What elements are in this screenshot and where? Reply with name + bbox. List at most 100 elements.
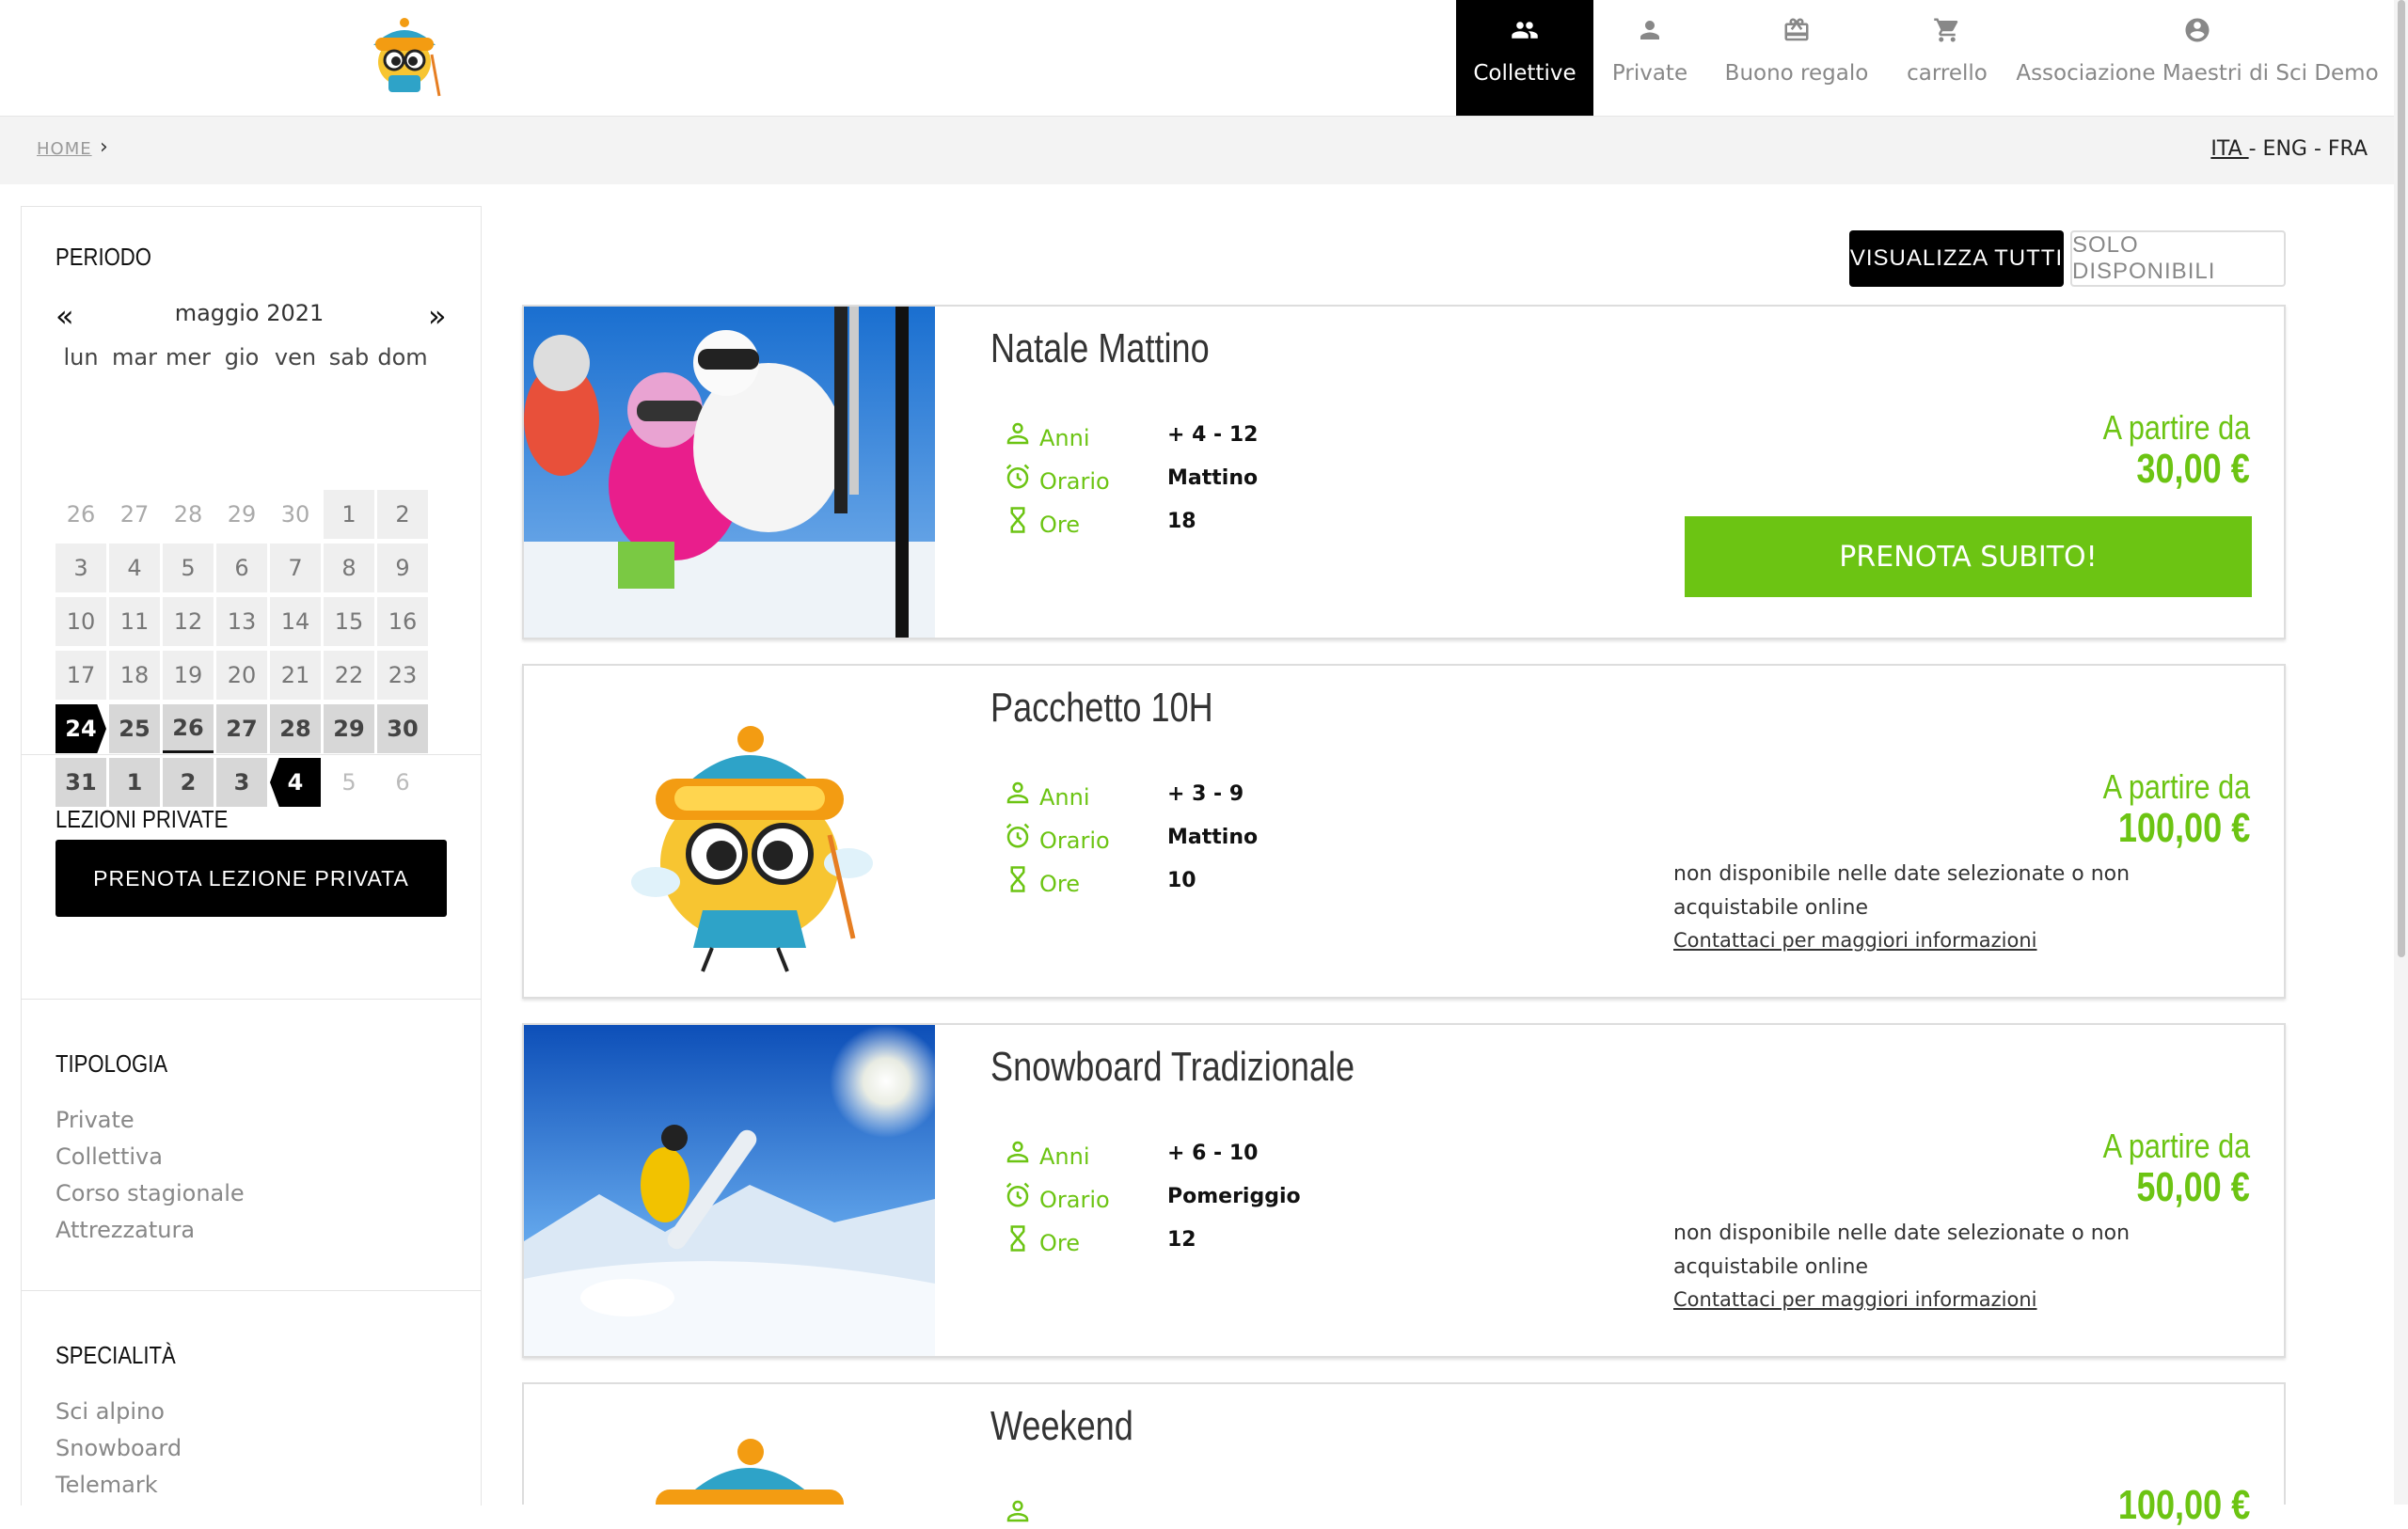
course-image-mascot[interactable]	[524, 1384, 935, 1505]
hours-value: 18	[1167, 510, 1196, 533]
unavailable-message: non disponibile nelle date selezionate o…	[1673, 862, 2131, 920]
calendar-day[interactable]: 28	[163, 490, 214, 539]
show-all-button[interactable]: VISUALIZZA TUTTI	[1849, 230, 2064, 287]
calendar-day[interactable]: 22	[324, 651, 374, 700]
logo[interactable]	[362, 17, 447, 102]
course-title[interactable]: Weekend	[990, 1403, 1133, 1450]
calendar-day[interactable]: 18	[109, 651, 160, 700]
tipologia-private[interactable]: Private	[55, 1107, 135, 1133]
course-image-family-skiing[interactable]	[524, 307, 935, 638]
calendar-day[interactable]: 2	[377, 490, 428, 539]
calendar-weekday: mar	[112, 344, 157, 370]
lang-fra[interactable]: FRA	[2328, 137, 2368, 161]
time-label: Orario	[1039, 468, 1110, 495]
lang-ita[interactable]: ITA	[2210, 137, 2248, 161]
course-title[interactable]: Natale Mattino	[990, 325, 1210, 372]
specialita-sci-alpino[interactable]: Sci alpino	[55, 1398, 165, 1425]
calendar-day[interactable]: 30	[270, 490, 321, 539]
specialita-title: SPECIALITÀ	[55, 1341, 176, 1369]
tipologia-corso-stagionale[interactable]: Corso stagionale	[55, 1180, 245, 1206]
calendar-day[interactable]: 14	[270, 597, 321, 646]
tipologia-section: TIPOLOGIA Private Collettiva Corso stagi…	[22, 999, 481, 1291]
nav-private[interactable]: Private	[1605, 0, 1695, 116]
account-circle-icon	[2185, 18, 2210, 42]
calendar-day[interactable]: 13	[216, 597, 267, 646]
course-image-mascot[interactable]	[524, 666, 935, 997]
calendar-day[interactable]: 26	[163, 704, 214, 753]
periodo-title: PERIODO	[55, 243, 151, 271]
calendar-day[interactable]: 9	[377, 544, 428, 592]
nav-carrello[interactable]: carrello	[1900, 0, 1994, 116]
alarm-clock-icon	[1006, 823, 1030, 848]
course-title[interactable]: Pacchetto 10H	[990, 685, 1213, 732]
calendar-day[interactable]: 4	[109, 544, 160, 592]
price-value: 30,00 €	[2136, 446, 2250, 492]
nav-collettive[interactable]: Collettive	[1456, 0, 1593, 116]
course-card: Snowboard Tradizionale Anni + 6 - 10 Ora…	[522, 1023, 2286, 1358]
calendar-day[interactable]: 30	[377, 704, 428, 753]
calendar-day[interactable]: 17	[55, 651, 106, 700]
calendar-day[interactable]: 28	[270, 704, 321, 753]
calendar-weekday: lun	[63, 344, 99, 370]
calendar-day[interactable]: 21	[270, 651, 321, 700]
price-from-label: A partire da	[2102, 1127, 2250, 1165]
calendar-day[interactable]: 19	[163, 651, 214, 700]
calendar-day[interactable]: 7	[270, 544, 321, 592]
calendar-day[interactable]: 23	[377, 651, 428, 700]
calendar-next-button[interactable]: »	[428, 298, 447, 334]
only-available-button[interactable]: SOLO DISPONIBILI	[2070, 230, 2286, 287]
calendar-day[interactable]: 27	[109, 490, 160, 539]
breadcrumb-home-link[interactable]: HOME	[37, 139, 92, 159]
calendar-day[interactable]: 1	[324, 490, 374, 539]
specialita-telemark[interactable]: Telemark	[55, 1472, 158, 1498]
calendar-day[interactable]: 12	[163, 597, 214, 646]
person-icon	[1006, 1141, 1029, 1163]
nav-buono-regalo[interactable]: Buono regalo	[1721, 0, 1872, 116]
calendar-day[interactable]: 8	[324, 544, 374, 592]
calendar-day[interactable]: 5	[163, 544, 214, 592]
book-private-lesson-button[interactable]: PRENOTA LEZIONE PRIVATA	[55, 840, 447, 917]
calendar-day[interactable]: 3	[55, 544, 106, 592]
hours-value: 12	[1167, 1228, 1196, 1252]
person-icon	[1640, 21, 1659, 39]
age-value: + 6 - 10	[1167, 1142, 1259, 1165]
nav-account[interactable]: Associazione Maestri di Sci Demo	[2016, 0, 2379, 116]
breadcrumb-bar: HOME › ITA - ENG - FRA	[0, 117, 2394, 184]
time-value: Pomeriggio	[1167, 1185, 1301, 1208]
calendar-day[interactable]: 27	[216, 704, 267, 753]
calendar-day[interactable]: 20	[216, 651, 267, 700]
calendar-weekday: mer	[165, 344, 211, 370]
tipologia-collettiva[interactable]: Collettiva	[55, 1143, 163, 1170]
nav-label: Buono regalo	[1724, 61, 1869, 86]
contact-link[interactable]: Contattaci per maggiori informazioni	[1673, 929, 2037, 952]
age-label: Anni	[1039, 784, 1090, 811]
hourglass-icon	[1010, 866, 1025, 892]
calendar-day[interactable]: 11	[109, 597, 160, 646]
lang-eng[interactable]: ENG	[2263, 137, 2307, 161]
calendar-weekday: ven	[274, 344, 317, 370]
calendar-day[interactable]: 16	[377, 597, 428, 646]
age-value: + 4 - 12	[1167, 423, 1259, 447]
course-image-snowboarder[interactable]	[524, 1025, 935, 1356]
calendar-day[interactable]: 6	[216, 544, 267, 592]
calendar-day[interactable]: 10	[55, 597, 106, 646]
tipologia-attrezzatura[interactable]: Attrezzatura	[55, 1217, 195, 1243]
calendar-day[interactable]: 15	[324, 597, 374, 646]
nav-label: Collettive	[1473, 61, 1576, 86]
calendar-day[interactable]: 26	[55, 490, 106, 539]
course-title[interactable]: Snowboard Tradizionale	[990, 1044, 1354, 1091]
calendar-weekday: sab	[328, 344, 370, 370]
hourglass-icon	[1010, 507, 1025, 533]
course-card: Pacchetto 10H Anni + 3 - 9 Orario Mattin…	[522, 664, 2286, 999]
calendar-day[interactable]: 24	[55, 704, 106, 753]
calendar-weekday: gio	[224, 344, 260, 370]
scrollbar-thumb[interactable]	[2398, 0, 2405, 957]
book-now-button[interactable]: PRENOTA SUBITO!	[1685, 516, 2252, 597]
calendar-day[interactable]: 29	[216, 490, 267, 539]
age-value: + 3 - 9	[1167, 782, 1244, 806]
calendar-day[interactable]: 29	[324, 704, 374, 753]
contact-link[interactable]: Contattaci per maggiori informazioni	[1673, 1288, 2037, 1311]
person-icon	[1006, 422, 1029, 445]
calendar-day[interactable]: 25	[109, 704, 160, 753]
specialita-snowboard[interactable]: Snowboard	[55, 1435, 182, 1461]
